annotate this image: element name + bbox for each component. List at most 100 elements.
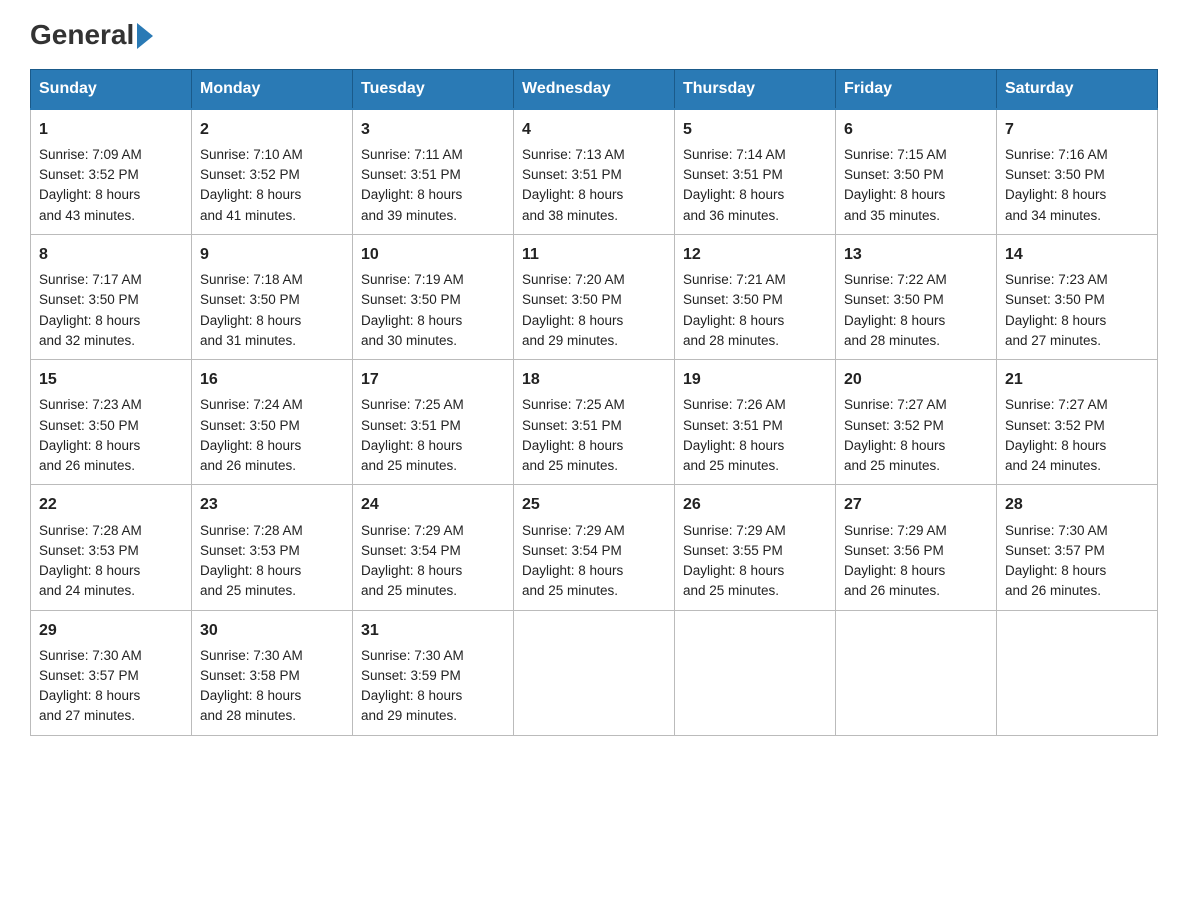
calendar-cell <box>836 610 997 735</box>
calendar-cell: 8 Sunrise: 7:17 AMSunset: 3:50 PMDayligh… <box>31 234 192 359</box>
calendar-cell <box>514 610 675 735</box>
day-number: 24 <box>361 493 505 516</box>
day-number: 14 <box>1005 243 1149 266</box>
day-info: Sunrise: 7:27 AMSunset: 3:52 PMDaylight:… <box>1005 397 1108 473</box>
weekday-header-tuesday: Tuesday <box>353 69 514 109</box>
day-number: 5 <box>683 118 827 141</box>
calendar-cell: 12 Sunrise: 7:21 AMSunset: 3:50 PMDaylig… <box>675 234 836 359</box>
day-info: Sunrise: 7:30 AMSunset: 3:57 PMDaylight:… <box>39 648 142 724</box>
calendar-cell: 23 Sunrise: 7:28 AMSunset: 3:53 PMDaylig… <box>192 485 353 610</box>
calendar-week-row: 15 Sunrise: 7:23 AMSunset: 3:50 PMDaylig… <box>31 360 1158 485</box>
calendar-week-row: 8 Sunrise: 7:17 AMSunset: 3:50 PMDayligh… <box>31 234 1158 359</box>
day-info: Sunrise: 7:23 AMSunset: 3:50 PMDaylight:… <box>39 397 142 473</box>
day-info: Sunrise: 7:17 AMSunset: 3:50 PMDaylight:… <box>39 272 142 348</box>
calendar-cell: 27 Sunrise: 7:29 AMSunset: 3:56 PMDaylig… <box>836 485 997 610</box>
day-info: Sunrise: 7:25 AMSunset: 3:51 PMDaylight:… <box>361 397 464 473</box>
day-info: Sunrise: 7:21 AMSunset: 3:50 PMDaylight:… <box>683 272 786 348</box>
day-number: 15 <box>39 368 183 391</box>
day-number: 23 <box>200 493 344 516</box>
calendar-cell: 21 Sunrise: 7:27 AMSunset: 3:52 PMDaylig… <box>997 360 1158 485</box>
day-number: 11 <box>522 243 666 266</box>
day-info: Sunrise: 7:16 AMSunset: 3:50 PMDaylight:… <box>1005 147 1108 223</box>
weekday-header-saturday: Saturday <box>997 69 1158 109</box>
day-number: 27 <box>844 493 988 516</box>
day-info: Sunrise: 7:29 AMSunset: 3:54 PMDaylight:… <box>361 523 464 599</box>
calendar-cell: 18 Sunrise: 7:25 AMSunset: 3:51 PMDaylig… <box>514 360 675 485</box>
day-number: 10 <box>361 243 505 266</box>
calendar-cell: 4 Sunrise: 7:13 AMSunset: 3:51 PMDayligh… <box>514 109 675 235</box>
day-info: Sunrise: 7:27 AMSunset: 3:52 PMDaylight:… <box>844 397 947 473</box>
day-number: 18 <box>522 368 666 391</box>
day-info: Sunrise: 7:11 AMSunset: 3:51 PMDaylight:… <box>361 147 463 223</box>
calendar-cell: 9 Sunrise: 7:18 AMSunset: 3:50 PMDayligh… <box>192 234 353 359</box>
day-number: 16 <box>200 368 344 391</box>
day-info: Sunrise: 7:10 AMSunset: 3:52 PMDaylight:… <box>200 147 303 223</box>
weekday-header-wednesday: Wednesday <box>514 69 675 109</box>
day-info: Sunrise: 7:28 AMSunset: 3:53 PMDaylight:… <box>200 523 303 599</box>
day-info: Sunrise: 7:30 AMSunset: 3:58 PMDaylight:… <box>200 648 303 724</box>
calendar-week-row: 22 Sunrise: 7:28 AMSunset: 3:53 PMDaylig… <box>31 485 1158 610</box>
day-info: Sunrise: 7:22 AMSunset: 3:50 PMDaylight:… <box>844 272 947 348</box>
day-number: 21 <box>1005 368 1149 391</box>
day-number: 1 <box>39 118 183 141</box>
weekday-header-friday: Friday <box>836 69 997 109</box>
calendar-cell <box>997 610 1158 735</box>
calendar-cell: 19 Sunrise: 7:26 AMSunset: 3:51 PMDaylig… <box>675 360 836 485</box>
day-info: Sunrise: 7:25 AMSunset: 3:51 PMDaylight:… <box>522 397 625 473</box>
day-number: 2 <box>200 118 344 141</box>
calendar-cell: 25 Sunrise: 7:29 AMSunset: 3:54 PMDaylig… <box>514 485 675 610</box>
calendar-cell: 7 Sunrise: 7:16 AMSunset: 3:50 PMDayligh… <box>997 109 1158 235</box>
day-number: 20 <box>844 368 988 391</box>
day-info: Sunrise: 7:28 AMSunset: 3:53 PMDaylight:… <box>39 523 142 599</box>
calendar-cell: 26 Sunrise: 7:29 AMSunset: 3:55 PMDaylig… <box>675 485 836 610</box>
weekday-header-row: SundayMondayTuesdayWednesdayThursdayFrid… <box>31 69 1158 109</box>
day-info: Sunrise: 7:20 AMSunset: 3:50 PMDaylight:… <box>522 272 625 348</box>
day-number: 29 <box>39 619 183 642</box>
day-number: 8 <box>39 243 183 266</box>
day-info: Sunrise: 7:26 AMSunset: 3:51 PMDaylight:… <box>683 397 786 473</box>
calendar-cell: 29 Sunrise: 7:30 AMSunset: 3:57 PMDaylig… <box>31 610 192 735</box>
weekday-header-sunday: Sunday <box>31 69 192 109</box>
calendar-cell: 16 Sunrise: 7:24 AMSunset: 3:50 PMDaylig… <box>192 360 353 485</box>
day-info: Sunrise: 7:19 AMSunset: 3:50 PMDaylight:… <box>361 272 464 348</box>
calendar-cell: 6 Sunrise: 7:15 AMSunset: 3:50 PMDayligh… <box>836 109 997 235</box>
calendar-table: SundayMondayTuesdayWednesdayThursdayFrid… <box>30 69 1158 736</box>
logo-triangle-icon <box>137 23 153 49</box>
calendar-cell: 20 Sunrise: 7:27 AMSunset: 3:52 PMDaylig… <box>836 360 997 485</box>
calendar-cell: 31 Sunrise: 7:30 AMSunset: 3:59 PMDaylig… <box>353 610 514 735</box>
day-info: Sunrise: 7:09 AMSunset: 3:52 PMDaylight:… <box>39 147 142 223</box>
calendar-cell: 14 Sunrise: 7:23 AMSunset: 3:50 PMDaylig… <box>997 234 1158 359</box>
day-number: 25 <box>522 493 666 516</box>
calendar-cell: 2 Sunrise: 7:10 AMSunset: 3:52 PMDayligh… <box>192 109 353 235</box>
day-number: 31 <box>361 619 505 642</box>
calendar-week-row: 1 Sunrise: 7:09 AMSunset: 3:52 PMDayligh… <box>31 109 1158 235</box>
calendar-cell: 10 Sunrise: 7:19 AMSunset: 3:50 PMDaylig… <box>353 234 514 359</box>
calendar-cell: 5 Sunrise: 7:14 AMSunset: 3:51 PMDayligh… <box>675 109 836 235</box>
day-number: 12 <box>683 243 827 266</box>
calendar-cell: 3 Sunrise: 7:11 AMSunset: 3:51 PMDayligh… <box>353 109 514 235</box>
day-number: 4 <box>522 118 666 141</box>
calendar-cell <box>675 610 836 735</box>
day-number: 28 <box>1005 493 1149 516</box>
day-info: Sunrise: 7:30 AMSunset: 3:57 PMDaylight:… <box>1005 523 1108 599</box>
calendar-cell: 28 Sunrise: 7:30 AMSunset: 3:57 PMDaylig… <box>997 485 1158 610</box>
day-info: Sunrise: 7:14 AMSunset: 3:51 PMDaylight:… <box>683 147 786 223</box>
day-info: Sunrise: 7:30 AMSunset: 3:59 PMDaylight:… <box>361 648 464 724</box>
calendar-cell: 22 Sunrise: 7:28 AMSunset: 3:53 PMDaylig… <box>31 485 192 610</box>
calendar-cell: 30 Sunrise: 7:30 AMSunset: 3:58 PMDaylig… <box>192 610 353 735</box>
page-header: General <box>30 20 1158 51</box>
day-info: Sunrise: 7:13 AMSunset: 3:51 PMDaylight:… <box>522 147 625 223</box>
calendar-cell: 17 Sunrise: 7:25 AMSunset: 3:51 PMDaylig… <box>353 360 514 485</box>
calendar-cell: 15 Sunrise: 7:23 AMSunset: 3:50 PMDaylig… <box>31 360 192 485</box>
day-number: 6 <box>844 118 988 141</box>
day-info: Sunrise: 7:29 AMSunset: 3:56 PMDaylight:… <box>844 523 947 599</box>
day-info: Sunrise: 7:15 AMSunset: 3:50 PMDaylight:… <box>844 147 947 223</box>
weekday-header-monday: Monday <box>192 69 353 109</box>
day-number: 7 <box>1005 118 1149 141</box>
day-number: 26 <box>683 493 827 516</box>
logo-general-text: General <box>30 20 134 51</box>
day-number: 3 <box>361 118 505 141</box>
day-number: 13 <box>844 243 988 266</box>
day-info: Sunrise: 7:24 AMSunset: 3:50 PMDaylight:… <box>200 397 303 473</box>
calendar-cell: 24 Sunrise: 7:29 AMSunset: 3:54 PMDaylig… <box>353 485 514 610</box>
